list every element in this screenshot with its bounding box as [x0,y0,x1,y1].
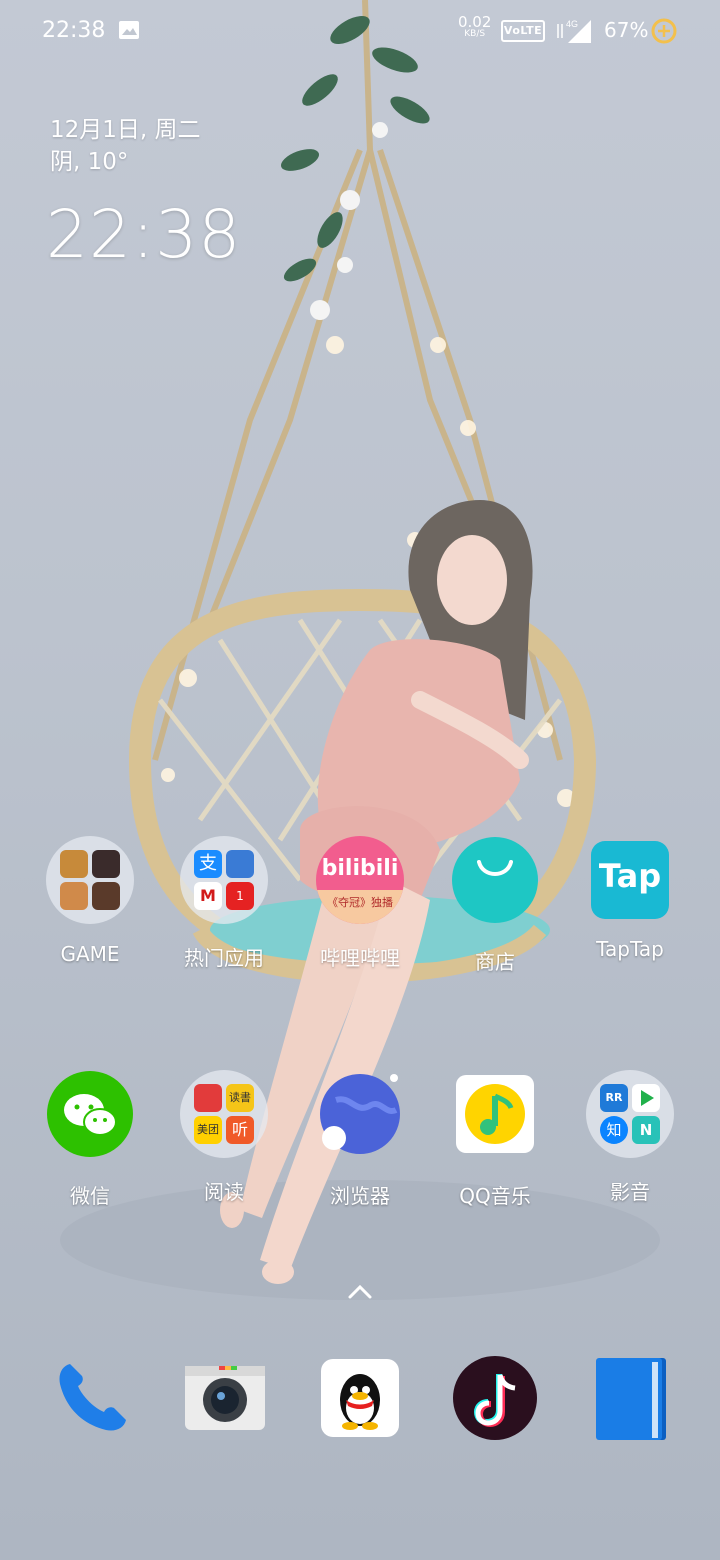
network-speed: 0.02 KB/S [458,13,492,40]
renren-icon: RR [600,1084,628,1112]
reading-app-2-icon: 读書 [226,1084,254,1112]
video-player-icon [632,1084,660,1112]
status-time: 22:38 [42,18,106,43]
app-folder-hot[interactable]: 支 M 1 热门应用 [159,836,289,971]
app-label: QQ音乐 [459,1184,531,1208]
clock-widget[interactable]: 22:38 [46,196,241,273]
app-label: 商店 [475,950,515,974]
game-3-icon [60,882,88,910]
app-store[interactable]: 商店 [430,836,560,975]
listen-icon: 听 [226,1116,254,1144]
app-red-icon: 1 [226,882,254,910]
bilibili-icon: bilibili 《夺冠》独播 [316,836,404,924]
app-label: 浏览器 [330,1184,390,1208]
mtr-icon: M [194,882,222,910]
camera-icon [185,1366,265,1430]
folder-reading-icon: 读書 美团 听 [180,1070,268,1158]
battery-percent: 67% [604,18,649,42]
browser-icon [320,1074,400,1154]
chevron-up-icon[interactable] [346,1280,374,1304]
app-label: 影音 [610,1180,650,1204]
app-folder-reading[interactable]: 读書 美团 听 阅读 [159,1070,289,1205]
app-label: 哔哩哔哩 [320,946,400,970]
app-browser[interactable]: 浏览器 [295,1070,425,1209]
app-label: 阅读 [204,1180,244,1204]
status-bar: 22:38 0.02 KB/S VoLTE 4G 67% [0,0,720,64]
folder-hot-apps-icon: 支 M 1 [180,836,268,924]
app-wechat[interactable]: 微信 [25,1070,155,1209]
phone-icon [59,1364,126,1431]
dock-phone[interactable] [25,1356,155,1444]
dock-qq[interactable] [295,1356,425,1444]
dock-camera[interactable] [160,1356,290,1444]
app-bilibili[interactable]: bilibili 《夺冠》独播 哔哩哔哩 [295,836,425,971]
notification-badge: 1 [236,889,244,903]
dock-tiktok[interactable] [430,1356,560,1444]
qqmusic-icon [456,1075,534,1153]
app-folder-game[interactable]: GAME [25,836,155,966]
game-2-icon [92,850,120,878]
widget-date: 12月1日, 周二 [50,117,201,143]
signal-icon: 4G [557,19,591,43]
wechat-icon [47,1071,133,1157]
app-label: GAME [60,942,120,966]
svg-text:4G: 4G [566,19,578,29]
reading-app-1-icon [194,1084,222,1112]
volte-badge: VoLTE [501,20,545,42]
netflix-style-icon: N [632,1116,660,1144]
widget-weather: 阴, 10° [50,149,129,175]
game-4-icon [92,882,120,910]
app-qqmusic[interactable]: QQ音乐 [430,1070,560,1209]
folder-media-icon: RR 知 N [586,1070,674,1158]
battery-charging-icon [651,18,677,44]
meituan-icon: 美团 [194,1116,222,1144]
taptap-icon: Tap [591,841,669,919]
image-notification-icon [119,21,139,39]
app-folder-media[interactable]: RR 知 N 影音 [565,1070,695,1205]
dock-files[interactable] [565,1356,695,1444]
store-icon [452,837,538,923]
tiktok-icon [453,1356,537,1440]
alipay-icon: 支 [194,850,222,878]
qq-icon [321,1359,399,1437]
app-blue-icon [226,850,254,878]
game-1-icon [60,850,88,878]
zhihu-icon: 知 [600,1116,628,1144]
date-weather-widget[interactable]: 12月1日, 周二 阴, 10° [50,114,201,178]
folder-game-icon [46,836,134,924]
app-taptap[interactable]: Tap TapTap [565,836,695,961]
app-label: TapTap [596,937,664,961]
app-label: 微信 [70,1184,110,1208]
files-icon [596,1358,666,1440]
app-label: 热门应用 [184,946,264,970]
